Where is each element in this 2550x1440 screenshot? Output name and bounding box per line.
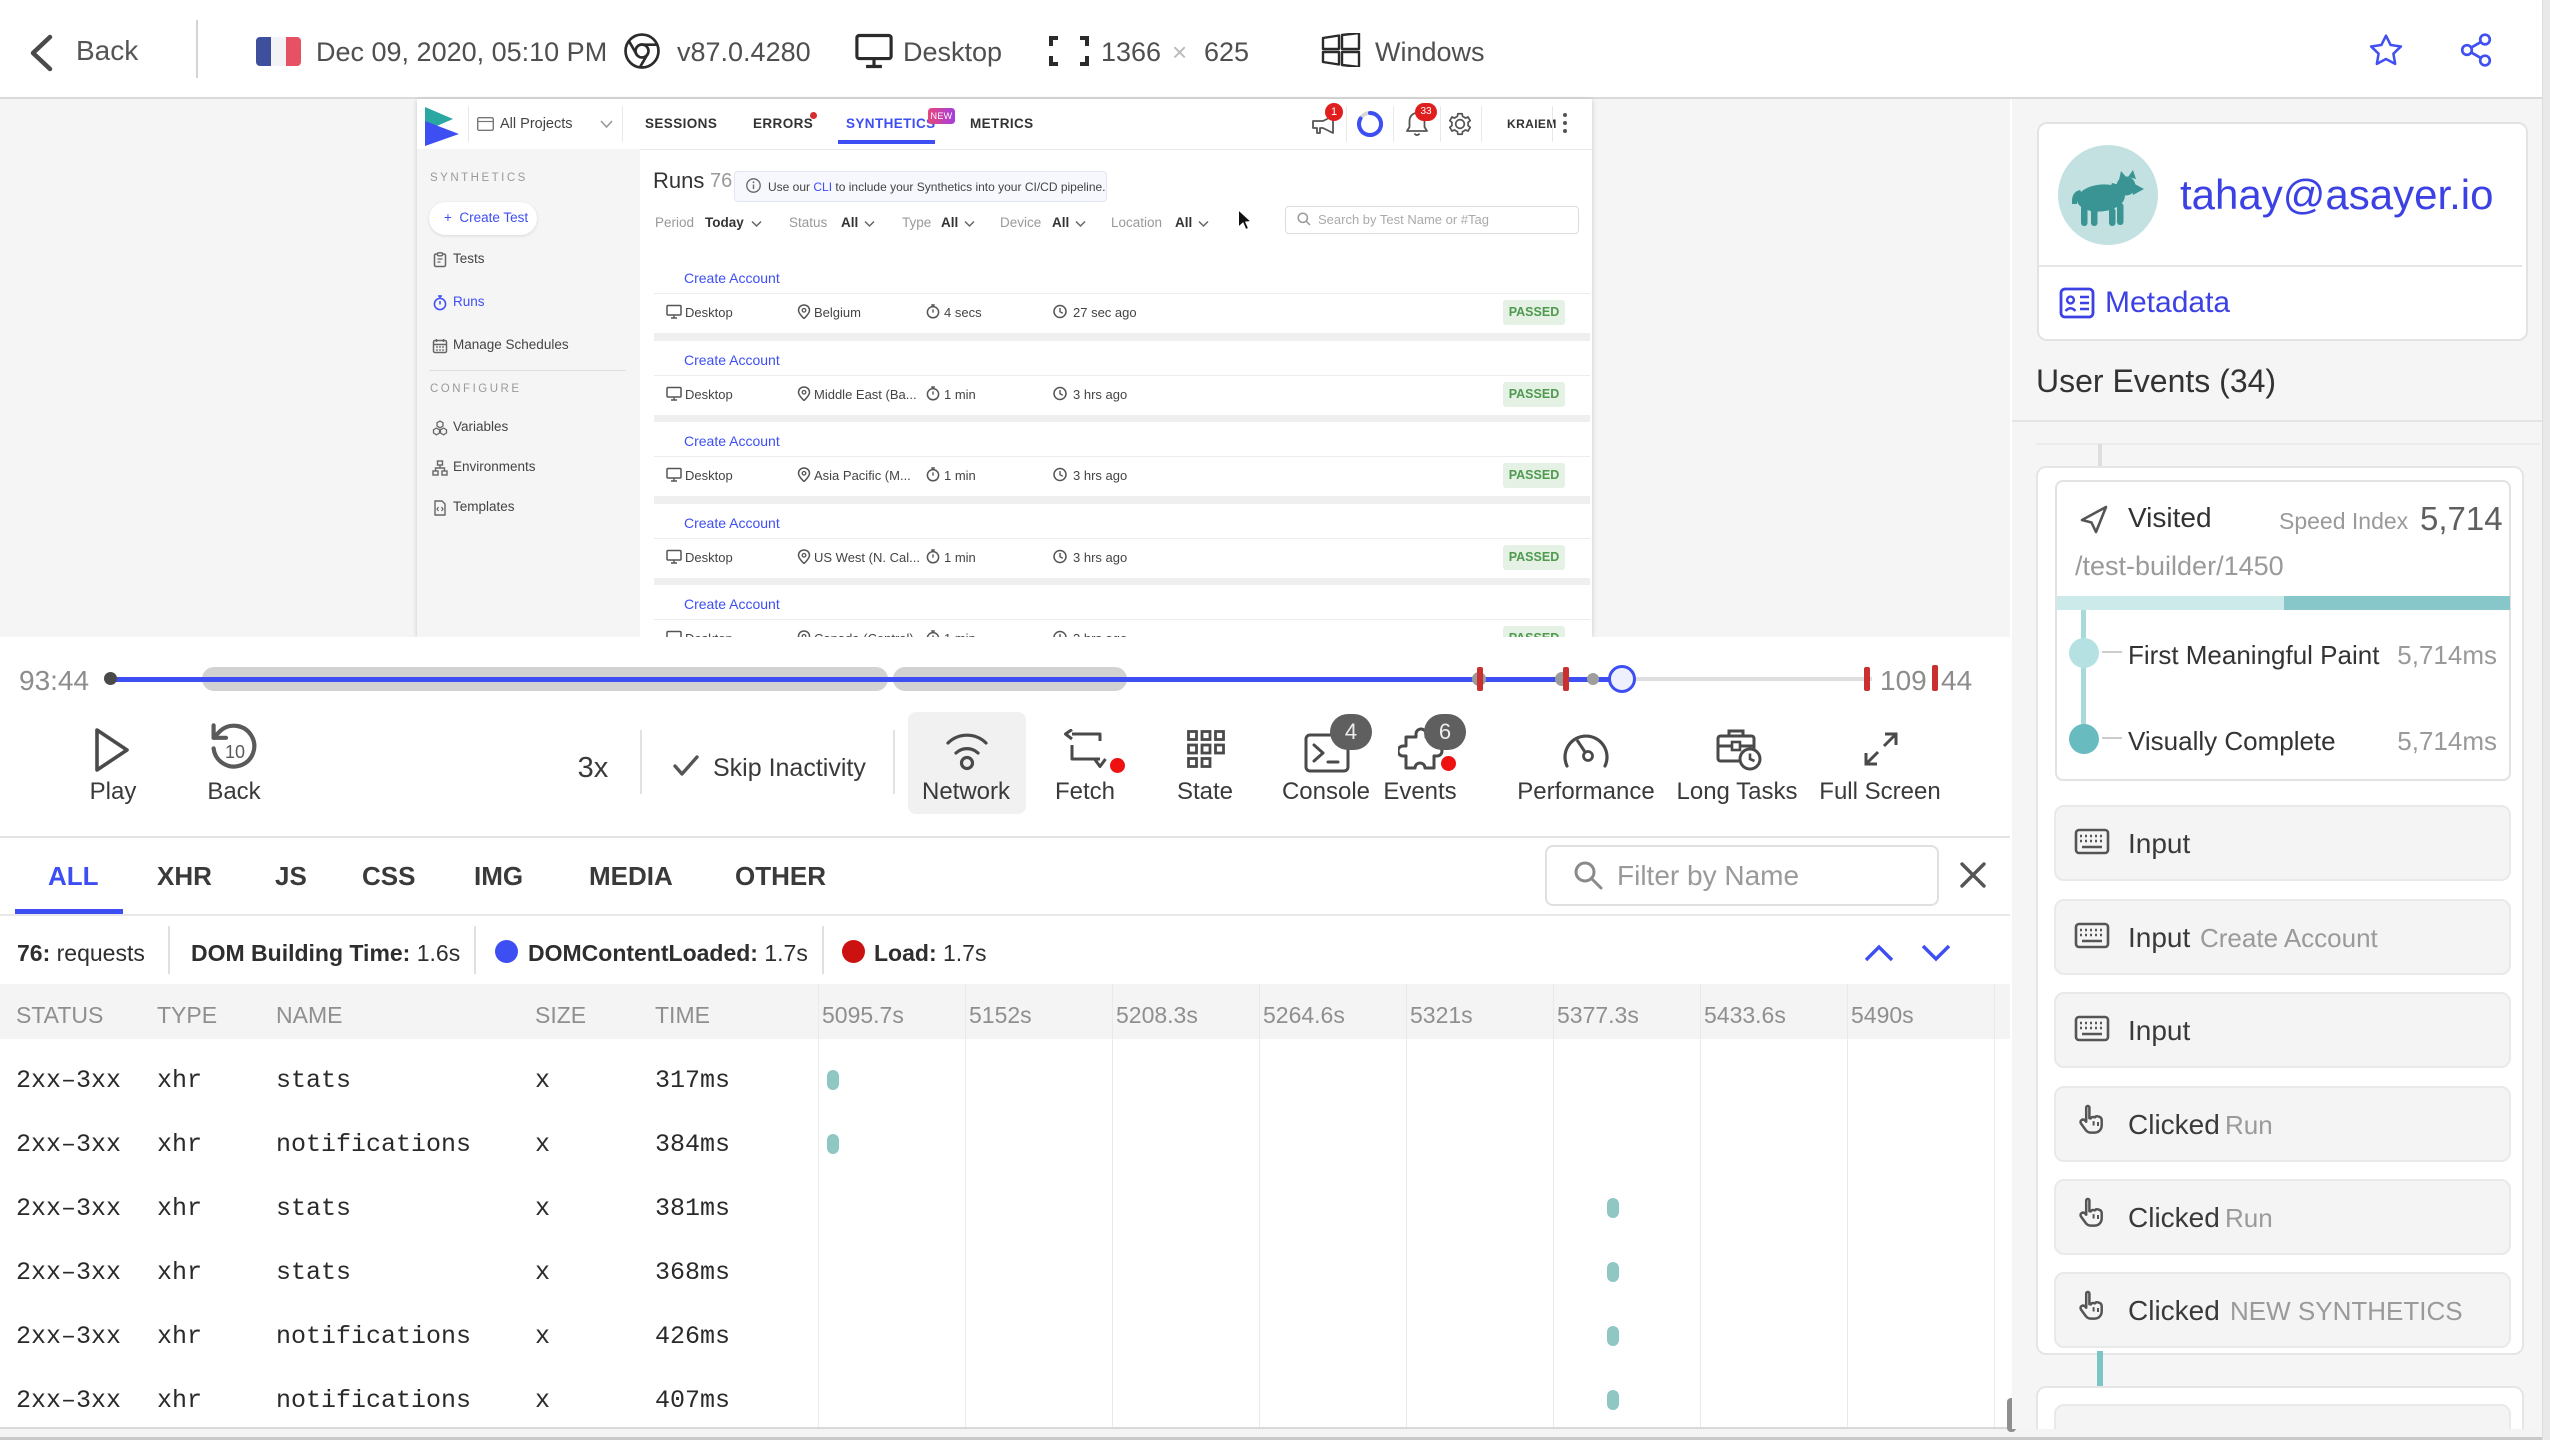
svg-text:10: 10 bbox=[225, 742, 245, 762]
